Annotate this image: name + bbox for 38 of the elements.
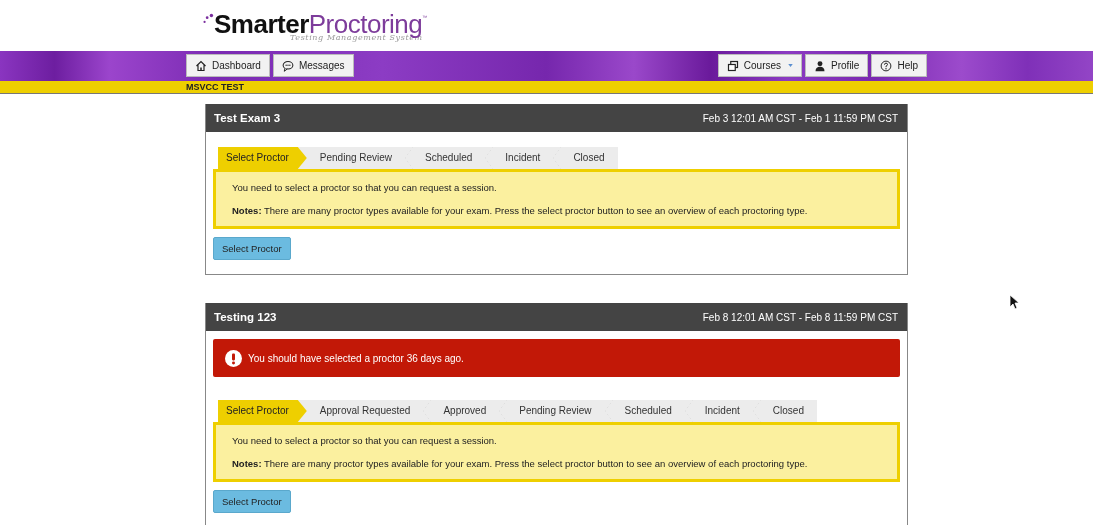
nav-button[interactable]: Messages (272, 54, 354, 77)
nav-button[interactable]: Profile (805, 54, 869, 77)
chat-icon (281, 59, 294, 72)
person-icon (814, 59, 827, 72)
select-proctor-button[interactable]: Select Proctor (213, 237, 291, 260)
step-tab[interactable]: Closed (553, 147, 618, 169)
notice-text: You need to select a proctor so that you can request a session. (232, 181, 498, 194)
step-tab[interactable]: Scheduled (604, 400, 685, 422)
institution-name: MSVCC TEST (186, 82, 244, 92)
step-tab[interactable]: Incident (684, 400, 753, 422)
select-proctor-button[interactable]: Select Proctor (213, 490, 291, 513)
step-tab[interactable]: Incident (485, 147, 554, 169)
alert-message: You should have selected a proctor 36 days ago. (248, 352, 464, 364)
exam-title: Testing 123 (214, 311, 277, 323)
nav-button[interactable]: Dashboard (186, 54, 270, 77)
exam-dates: Feb 3 12:01 AM CST - Feb 1 11:59 PM CST (702, 112, 898, 124)
step-tab[interactable]: Select Proctor (218, 400, 307, 422)
notes-text: Notes: There are many proctor types available for your exam. Press the select proctor button to see an overview of each proctoring type. (232, 204, 809, 217)
exam-dates: Feb 8 12:01 AM CST - Feb 8 11:59 PM CST (702, 311, 898, 323)
step-tab[interactable]: Closed (752, 400, 817, 422)
caret-icon (788, 64, 794, 67)
mouse-pointer-icon (1009, 294, 1019, 310)
step-tab[interactable]: Select Proctor (218, 147, 307, 169)
home-icon (195, 59, 207, 72)
notes-text: Notes: There are many proctor types available for your exam. Press the select proctor button to see an overview of each proctoring type. (232, 457, 809, 470)
step-tab[interactable]: Scheduled (405, 147, 486, 169)
notice-text: You need to select a proctor so that you can request a session. (232, 434, 498, 447)
step-tab[interactable]: Pending Review (297, 147, 406, 169)
windows-icon (726, 59, 739, 72)
nav-button[interactable]: Help (871, 54, 927, 77)
exam-title: Test Exam 3 (214, 112, 281, 124)
dots-icon (202, 13, 214, 24)
help-icon (880, 59, 893, 72)
exclamation-icon (225, 349, 242, 367)
nav-button[interactable]: Courses (717, 54, 803, 77)
step-tab[interactable]: Approved (423, 400, 500, 422)
step-tab[interactable]: Pending Review (499, 400, 605, 422)
step-tab[interactable]: Approval Requested (297, 400, 424, 422)
